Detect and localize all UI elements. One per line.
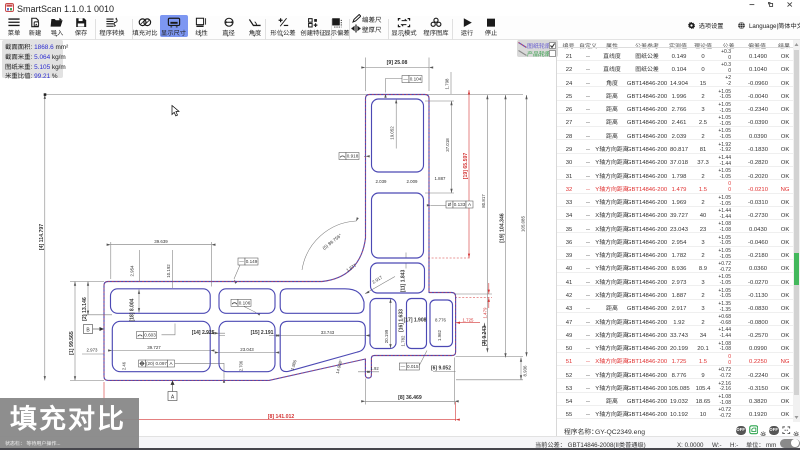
svg-text:—: — [401, 364, 406, 370]
svg-text:[6] 9.052: [6] 9.052 [431, 365, 451, 371]
svg-text:14.908°: 14.908° [335, 359, 344, 375]
svg-text:33.743: 33.743 [321, 330, 335, 335]
svg-text:[1] 99.565: [1] 99.565 [69, 331, 75, 355]
svg-text:[9] 25.08: [9] 25.08 [387, 60, 408, 66]
svg-text:0.106: 0.106 [239, 300, 251, 306]
svg-text:19.052: 19.052 [390, 126, 395, 140]
svg-text:10.192: 10.192 [166, 264, 171, 278]
svg-text:2.039: 2.039 [376, 179, 388, 184]
svg-text:[7] 9.243: [7] 9.243 [482, 326, 488, 346]
svg-text:1.479: 1.479 [483, 307, 488, 319]
svg-text:2.973: 2.973 [87, 348, 99, 353]
svg-text:8.936: 8.936 [523, 365, 528, 377]
svg-text:—: — [239, 259, 244, 265]
svg-text:2.917: 2.917 [371, 274, 383, 284]
svg-text:[15] 2.191: [15] 2.191 [251, 330, 274, 336]
svg-text:20.199: 20.199 [384, 329, 389, 343]
svg-text:[19] 104.346: [19] 104.346 [499, 213, 505, 243]
svg-text:[17] 1.908: [17] 1.908 [404, 317, 427, 323]
svg-text:0.015: 0.015 [407, 364, 419, 370]
svg-text:1.92: 1.92 [371, 366, 380, 371]
svg-text:39.639: 39.639 [154, 239, 168, 244]
svg-text:[4] 114.797: [4] 114.797 [39, 224, 45, 250]
svg-text:[19] 65.597: [19] 65.597 [463, 153, 469, 180]
svg-text:1.887: 1.887 [435, 176, 447, 181]
svg-text:23.043: 23.043 [240, 347, 254, 352]
svg-text:0.918: 0.918 [347, 154, 359, 160]
svg-text:[11] 1.843: [11] 1.843 [400, 270, 406, 293]
svg-text:37.018: 37.018 [445, 138, 450, 152]
svg-text:0.603: 0.603 [144, 333, 156, 339]
svg-text:0.133: 0.133 [454, 202, 466, 208]
svg-text:[8] 141.012: [8] 141.012 [268, 414, 295, 420]
svg-text:2.009: 2.009 [407, 179, 419, 184]
svg-text:[2] 13.146: [2] 13.146 [82, 297, 88, 321]
svg-text:1.725: 1.725 [463, 317, 475, 322]
svg-text:Ø: Ø [448, 202, 452, 208]
svg-text:2.706: 2.706 [239, 360, 244, 371]
svg-text:(5) 89.756°: (5) 89.756° [322, 233, 343, 251]
svg-text:105.085: 105.085 [520, 216, 525, 232]
svg-text:(20) 0.097: (20) 0.097 [146, 361, 167, 367]
svg-text:[8] 36.469: [8] 36.469 [398, 395, 422, 401]
svg-text:[14] 2.925: [14] 2.925 [192, 330, 215, 336]
svg-text:—: — [403, 77, 408, 83]
svg-text:0.104: 0.104 [410, 77, 422, 83]
svg-text:1.782: 1.782 [401, 335, 406, 347]
svg-text:39.727: 39.727 [147, 345, 161, 350]
svg-text:2.46: 2.46 [122, 361, 127, 370]
svg-text:1.962: 1.962 [437, 329, 442, 341]
svg-text:80.817: 80.817 [481, 194, 486, 208]
svg-text:[18] 8.004: [18] 8.004 [130, 298, 136, 321]
svg-text:0.149: 0.149 [246, 259, 258, 265]
svg-text:2.954: 2.954 [130, 265, 135, 277]
svg-text:1.798: 1.798 [445, 78, 450, 90]
svg-text:8.776: 8.776 [435, 317, 447, 322]
